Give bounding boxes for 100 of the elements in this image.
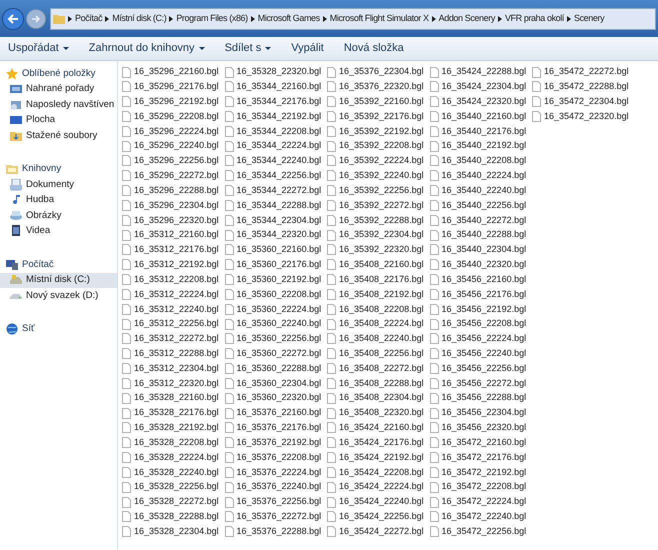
sidebar-item[interactable]: Dokumenty: [0, 177, 117, 192]
file-item[interactable]: 16_35424_22320.bgl: [430, 94, 526, 109]
toolbar-button[interactable]: Nová složka: [338, 38, 410, 58]
file-item[interactable]: 16_35360_22272.bgl: [224, 346, 322, 361]
file-item[interactable]: 16_35344_22240.bgl: [224, 154, 322, 168]
file-item[interactable]: 16_35424_22224.bgl: [327, 480, 424, 494]
file-item[interactable]: 16_35408_22240.bgl: [327, 332, 424, 346]
file-item[interactable]: 16_35440_22256.bgl: [430, 198, 526, 212]
back-button[interactable]: [2, 8, 24, 30]
file-item[interactable]: 16_35424_22176.bgl: [327, 436, 424, 450]
file-item[interactable]: 16_35408_22272.bgl: [327, 362, 424, 376]
file-item[interactable]: 16_35296_22288.bgl: [122, 184, 219, 198]
file-item[interactable]: 16_35472_22176.bgl: [430, 450, 526, 465]
file-item[interactable]: 16_35440_22272.bgl: [430, 213, 526, 228]
file-item[interactable]: 16_35456_22288.bgl: [430, 391, 526, 406]
file-item[interactable]: 16_35376_22208.bgl: [224, 450, 322, 465]
file-item[interactable]: 16_35344_22320.bgl: [224, 228, 322, 242]
file-item[interactable]: 16_35296_22176.bgl: [122, 80, 219, 94]
file-item[interactable]: 16_35328_22272.bgl: [122, 495, 219, 510]
file-item[interactable]: 16_35408_22304.bgl: [327, 391, 424, 406]
file-item[interactable]: 16_35360_22288.bgl: [224, 362, 322, 376]
file-item[interactable]: 16_35392_22192.bgl: [327, 124, 424, 138]
file-item[interactable]: 16_35472_22288.bgl: [532, 80, 629, 94]
file-item[interactable]: 16_35360_22192.bgl: [224, 272, 322, 287]
file-item[interactable]: 16_35344_22160.bgl: [224, 80, 322, 94]
file-item[interactable]: 16_35408_22224.bgl: [327, 317, 424, 332]
file-item[interactable]: 16_35376_22192.bgl: [224, 436, 322, 450]
file-item[interactable]: 16_35296_22304.bgl: [122, 198, 219, 212]
file-item[interactable]: 16_35312_22304.bgl: [122, 362, 219, 376]
file-item[interactable]: 16_35296_22224.bgl: [122, 124, 219, 138]
sidebar-group[interactable]: Síť: [0, 322, 117, 337]
file-item[interactable]: 16_35360_22320.bgl: [224, 391, 322, 406]
sidebar-item[interactable]: Videa: [0, 224, 117, 239]
file-item[interactable]: 16_35472_22192.bgl: [430, 465, 526, 480]
file-item[interactable]: 16_35440_22320.bgl: [430, 258, 526, 272]
file-item[interactable]: 16_35328_22240.bgl: [122, 465, 219, 480]
sidebar-group[interactable]: Knihovny: [0, 162, 117, 177]
file-item[interactable]: 16_35408_22320.bgl: [327, 406, 424, 420]
file-item[interactable]: 16_35296_22320.bgl: [122, 213, 219, 228]
file-item[interactable]: 16_35392_22160.bgl: [327, 94, 424, 109]
breadcrumb-link[interactable]: Program Files (x86): [176, 12, 248, 26]
file-item[interactable]: 16_35472_22208.bgl: [430, 480, 526, 494]
file-item[interactable]: 16_35360_22224.bgl: [224, 302, 322, 316]
file-item[interactable]: 16_35392_22240.bgl: [327, 168, 424, 183]
file-item[interactable]: 16_35440_22304.bgl: [430, 242, 526, 257]
file-item[interactable]: 16_35392_22320.bgl: [327, 242, 424, 257]
file-item[interactable]: 16_35456_22176.bgl: [430, 287, 526, 302]
file-item[interactable]: 16_35312_22240.bgl: [122, 302, 219, 316]
file-item[interactable]: 16_35312_22320.bgl: [122, 376, 219, 390]
breadcrumb-link[interactable]: Počítač: [75, 12, 102, 26]
file-item[interactable]: 16_35472_22272.bgl: [532, 65, 629, 79]
file-item[interactable]: 16_35328_22176.bgl: [122, 406, 219, 420]
file-item[interactable]: 16_35408_22288.bgl: [327, 376, 424, 390]
file-item[interactable]: 16_35456_22256.bgl: [430, 362, 526, 376]
file-item[interactable]: 16_35392_22304.bgl: [327, 228, 424, 242]
file-item[interactable]: 16_35424_22240.bgl: [327, 495, 424, 510]
file-item[interactable]: 16_35328_22192.bgl: [122, 420, 219, 435]
sidebar-item[interactable]: Plocha: [0, 112, 117, 128]
file-item[interactable]: 16_35472_22304.bgl: [532, 94, 629, 109]
file-item[interactable]: 16_35456_22224.bgl: [430, 332, 526, 346]
breadcrumb-link[interactable]: Místní disk (C:): [112, 12, 166, 26]
file-item[interactable]: 16_35360_22176.bgl: [224, 258, 322, 272]
toolbar-button[interactable]: Zahrnout do knihovny: [82, 38, 211, 58]
file-item[interactable]: 16_35424_22192.bgl: [327, 450, 424, 465]
sidebar-item[interactable]: Obrázky: [0, 208, 117, 224]
file-item[interactable]: 16_35376_22256.bgl: [224, 495, 322, 510]
sidebar-item[interactable]: Hudba: [0, 192, 117, 208]
file-item[interactable]: 16_35360_22256.bgl: [224, 332, 322, 346]
file-item[interactable]: 16_35360_22240.bgl: [224, 317, 322, 332]
file-item[interactable]: 16_35424_22256.bgl: [327, 510, 424, 524]
file-item[interactable]: 16_35312_22192.bgl: [122, 258, 219, 272]
file-item[interactable]: 16_35424_22288.bgl: [430, 65, 526, 79]
file-item[interactable]: 16_35344_22224.bgl: [224, 139, 322, 154]
file-item[interactable]: 16_35472_22240.bgl: [430, 510, 526, 524]
file-item[interactable]: 16_35344_22192.bgl: [224, 109, 322, 124]
file-item[interactable]: 16_35408_22192.bgl: [327, 287, 424, 302]
file-item[interactable]: 16_35376_22160.bgl: [224, 406, 322, 420]
file-item[interactable]: 16_35344_22176.bgl: [224, 94, 322, 109]
file-item[interactable]: 16_35456_22320.bgl: [430, 420, 526, 435]
file-item[interactable]: 16_35392_22208.bgl: [327, 139, 424, 154]
file-item[interactable]: 16_35312_22176.bgl: [122, 242, 219, 257]
file-item[interactable]: 16_35424_22304.bgl: [430, 80, 526, 94]
file-item[interactable]: 16_35328_22256.bgl: [122, 480, 219, 494]
breadcrumb-link[interactable]: Microsoft Flight Simulator X: [330, 12, 429, 26]
file-item[interactable]: 16_35312_22160.bgl: [122, 228, 219, 242]
file-item[interactable]: 16_35328_22224.bgl: [122, 450, 219, 465]
file-item[interactable]: 16_35312_22272.bgl: [122, 332, 219, 346]
file-item[interactable]: 16_35296_22256.bgl: [122, 154, 219, 168]
file-item[interactable]: 16_35376_22272.bgl: [224, 510, 322, 524]
file-item[interactable]: 16_35392_22224.bgl: [327, 154, 424, 168]
file-item[interactable]: 16_35376_22240.bgl: [224, 480, 322, 494]
file-item[interactable]: 16_35408_22160.bgl: [327, 258, 424, 272]
file-item[interactable]: 16_35440_22176.bgl: [430, 124, 526, 138]
file-item[interactable]: 16_35360_22160.bgl: [224, 242, 322, 257]
file-item[interactable]: 16_35376_22320.bgl: [327, 80, 424, 94]
sidebar-item[interactable]: Nahrané pořady: [0, 82, 117, 97]
file-item[interactable]: 16_35376_22304.bgl: [327, 65, 424, 79]
toolbar-button[interactable]: Vypálit: [285, 38, 330, 58]
toolbar-button[interactable]: Uspořádat: [2, 38, 75, 58]
file-item[interactable]: 16_35328_22320.bgl: [224, 65, 322, 79]
